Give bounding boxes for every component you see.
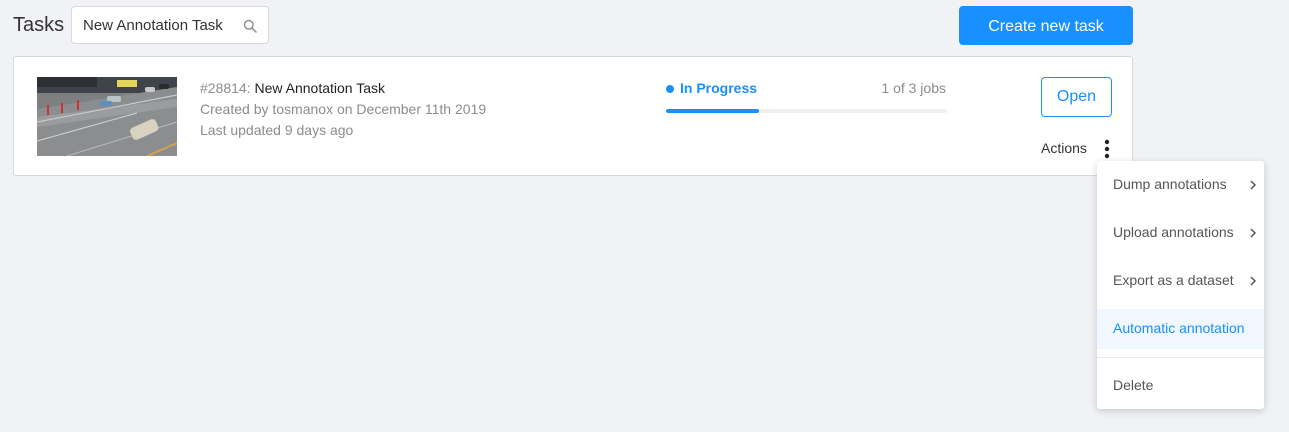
jobs-count: 1 of 3 jobs [881,80,946,96]
menu-item-automatic-annotation[interactable]: Automatic annotation [1097,309,1264,349]
open-task-button[interactable]: Open [1041,77,1112,117]
menu-item-label: Dump annotations [1113,176,1227,192]
search-input[interactable] [72,7,242,43]
actions-dropdown-menu: Dump annotations Upload annotations Expo… [1097,161,1264,409]
menu-item-label: Upload annotations [1113,224,1234,240]
task-created-info: Created by tosmanox on December 11th 201… [200,101,487,117]
menu-item-export-dataset[interactable]: Export as a dataset [1097,261,1264,301]
search-icon[interactable] [243,19,257,33]
menu-item-label: Export as a dataset [1113,272,1234,288]
create-new-task-button[interactable]: Create new task [959,6,1133,45]
actions-label[interactable]: Actions [1041,140,1087,156]
menu-item-dump-annotations[interactable]: Dump annotations [1097,165,1264,205]
chevron-right-icon [1250,228,1256,238]
task-name[interactable]: New Annotation Task [255,80,386,96]
chevron-right-icon [1250,180,1256,190]
task-progress-bar [666,109,947,113]
task-status: In Progress [680,80,758,96]
task-preview-image[interactable] [37,77,177,156]
menu-divider [1097,357,1264,358]
menu-item-label: Delete [1113,377,1154,393]
menu-item-delete[interactable]: Delete [1097,366,1264,406]
more-vertical-icon[interactable] [1101,138,1113,160]
task-id: #28814: [200,80,251,96]
chevron-right-icon [1250,276,1256,286]
task-title-line: #28814: New Annotation Task [200,80,385,96]
page-title: Tasks [13,14,65,36]
menu-item-upload-annotations[interactable]: Upload annotations [1097,213,1264,253]
status-dot-icon [666,85,674,93]
task-updated-info: Last updated 9 days ago [200,122,354,138]
task-card: #28814: New Annotation Task Created by t… [13,56,1133,176]
menu-item-label: Automatic annotation [1113,320,1245,336]
search-box[interactable] [71,6,269,44]
task-progress-fill [666,109,759,113]
